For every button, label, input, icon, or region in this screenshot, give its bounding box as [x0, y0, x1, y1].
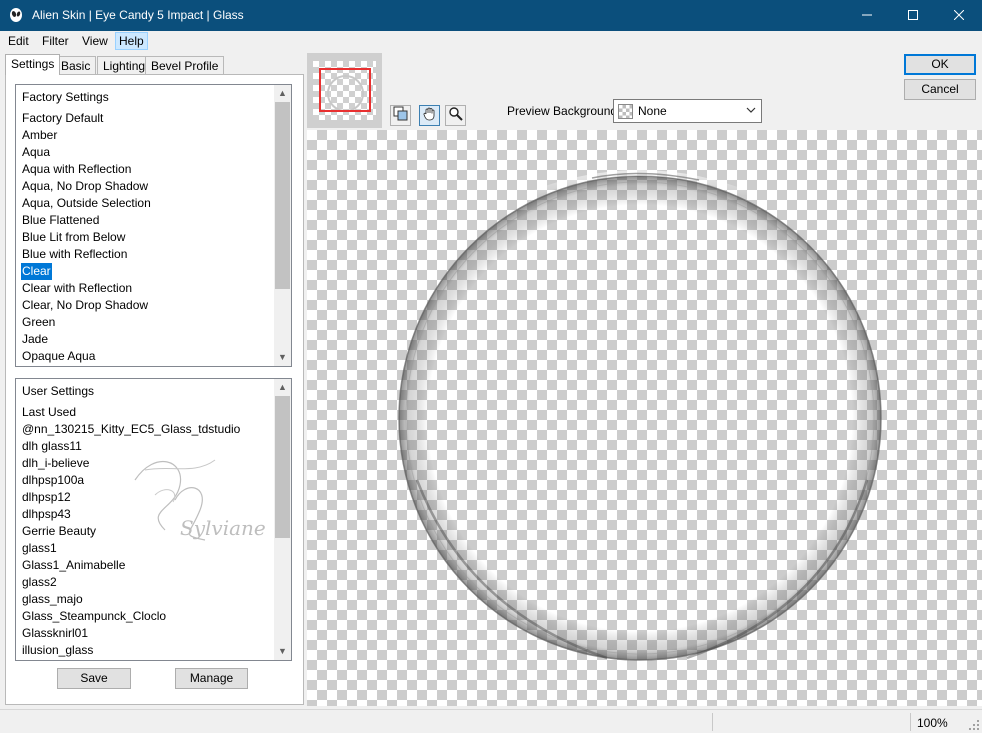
- factory-setting-item[interactable]: Clear: [21, 263, 52, 280]
- chevron-down-icon: [746, 103, 756, 120]
- factory-setting-item[interactable]: Aqua, No Drop Shadow: [21, 179, 148, 193]
- resize-grip-icon[interactable]: [968, 719, 980, 731]
- user-setting-item[interactable]: @nn_130215_Kitty_EC5_Glass_tdstudio: [21, 422, 240, 436]
- minimize-icon: [862, 14, 872, 16]
- glass-sphere-preview: [398, 170, 882, 661]
- user-scrollbar[interactable]: ▲ ▼: [274, 379, 291, 660]
- user-setting-item[interactable]: Glass1_Animabelle: [21, 558, 125, 572]
- status-separator: [712, 713, 713, 731]
- scroll-thumb[interactable]: [275, 396, 290, 538]
- zoom-tool[interactable]: [445, 105, 466, 126]
- scroll-down-icon[interactable]: ▼: [274, 349, 291, 366]
- viewport-rectangle[interactable]: [319, 68, 371, 112]
- status-separator: [910, 713, 911, 731]
- factory-settings-header: Factory Settings: [22, 90, 109, 104]
- factory-setting-item[interactable]: Blue Flattened: [21, 213, 99, 227]
- user-setting-item[interactable]: Glassknirl01: [21, 626, 88, 640]
- user-setting-item[interactable]: dlh_i-believe: [21, 456, 89, 470]
- maximize-icon: [908, 10, 918, 20]
- user-setting-item[interactable]: glass_majo: [21, 592, 83, 606]
- user-setting-item[interactable]: Last Used: [21, 405, 76, 419]
- preview-pan-icon: [393, 106, 408, 121]
- manage-button[interactable]: Manage: [175, 668, 248, 689]
- zoom-icon: [449, 107, 463, 121]
- transparent-swatch-icon: [618, 104, 633, 119]
- factory-setting-item[interactable]: Opaque Aqua: [21, 349, 95, 363]
- menu-bar: Edit Filter View Help: [0, 31, 982, 51]
- user-setting-item[interactable]: dlhpsp100a: [21, 473, 84, 487]
- factory-settings-list[interactable]: Factory Settings Factory Default Amber Aqu…: [15, 84, 292, 367]
- tab-basic[interactable]: Basic: [55, 56, 97, 74]
- factory-setting-item[interactable]: Aqua with Reflection: [21, 162, 131, 176]
- user-setting-item[interactable]: illusion_glass: [21, 643, 93, 657]
- menu-help[interactable]: Help: [115, 32, 148, 50]
- user-setting-item[interactable]: dlhpsp43: [21, 507, 71, 521]
- scroll-down-icon[interactable]: ▼: [274, 643, 291, 660]
- cancel-button[interactable]: Cancel: [904, 79, 976, 100]
- hand-tool[interactable]: [419, 105, 440, 126]
- save-button[interactable]: Save: [57, 668, 131, 689]
- status-bar: 100%: [0, 709, 982, 733]
- navigator-thumbnail[interactable]: [307, 53, 382, 128]
- factory-scrollbar[interactable]: ▲ ▼: [274, 85, 291, 366]
- tab-bevel-profile[interactable]: Bevel Profile: [145, 56, 225, 74]
- title-bar: Alien Skin | Eye Candy 5 Impact | Glass: [0, 0, 982, 31]
- user-settings-list[interactable]: User Settings Last Used @nn_130215_Kitty_…: [15, 378, 292, 661]
- menu-view[interactable]: View: [79, 33, 111, 49]
- factory-setting-item[interactable]: Aqua: [21, 145, 50, 159]
- user-setting-item[interactable]: Gerrie Beauty: [21, 524, 96, 538]
- alien-skin-icon: [10, 8, 22, 22]
- user-settings-header: User Settings: [22, 384, 95, 398]
- factory-setting-item[interactable]: Blue Lit from Below: [21, 230, 125, 244]
- preview-pan-tool[interactable]: [390, 105, 411, 126]
- hand-icon: [423, 107, 435, 121]
- zoom-level: 100%: [917, 716, 948, 730]
- factory-settings-items: Factory Default Amber Aqua Aqua with Reflec…: [21, 110, 276, 365]
- factory-setting-item[interactable]: Blue with Reflection: [21, 247, 127, 261]
- close-icon: [953, 9, 965, 21]
- preview-background-value: None: [638, 104, 667, 118]
- close-button[interactable]: [936, 0, 982, 31]
- menu-edit[interactable]: Edit: [5, 33, 32, 49]
- tab-settings[interactable]: Settings: [5, 54, 61, 75]
- menu-filter[interactable]: Filter: [39, 33, 72, 49]
- scroll-up-icon[interactable]: ▲: [274, 85, 291, 102]
- user-setting-item[interactable]: Glass_Steampunck_Cloclo: [21, 609, 166, 623]
- factory-setting-item[interactable]: Amber: [21, 128, 57, 142]
- maximize-button[interactable]: [890, 0, 936, 31]
- preview-background-select[interactable]: None: [613, 99, 762, 123]
- minimize-button[interactable]: [844, 0, 890, 31]
- user-setting-item[interactable]: dlhpsp12: [21, 490, 71, 504]
- factory-setting-item[interactable]: Clear, No Drop Shadow: [21, 298, 148, 312]
- user-setting-item[interactable]: dlh glass11: [21, 439, 82, 453]
- scroll-up-icon[interactable]: ▲: [274, 379, 291, 396]
- ok-button[interactable]: OK: [904, 54, 976, 75]
- preview-canvas[interactable]: [307, 130, 982, 706]
- scroll-thumb[interactable]: [275, 102, 290, 289]
- user-setting-item[interactable]: glass2: [21, 575, 57, 589]
- preview-background-label: Preview Background:: [507, 104, 621, 118]
- factory-setting-item[interactable]: Factory Default: [21, 111, 103, 125]
- window-title: Alien Skin | Eye Candy 5 Impact | Glass: [32, 8, 244, 22]
- tab-lighting[interactable]: Lighting: [97, 56, 152, 74]
- factory-setting-item[interactable]: Green: [21, 315, 55, 329]
- factory-setting-item[interactable]: Jade: [21, 332, 48, 346]
- user-settings-items: Last Used @nn_130215_Kitty_EC5_Glass_tdst…: [21, 404, 276, 659]
- user-setting-item[interactable]: glass1: [21, 541, 57, 555]
- factory-setting-item[interactable]: Aqua, Outside Selection: [21, 196, 151, 210]
- factory-setting-item[interactable]: Clear with Reflection: [21, 281, 132, 295]
